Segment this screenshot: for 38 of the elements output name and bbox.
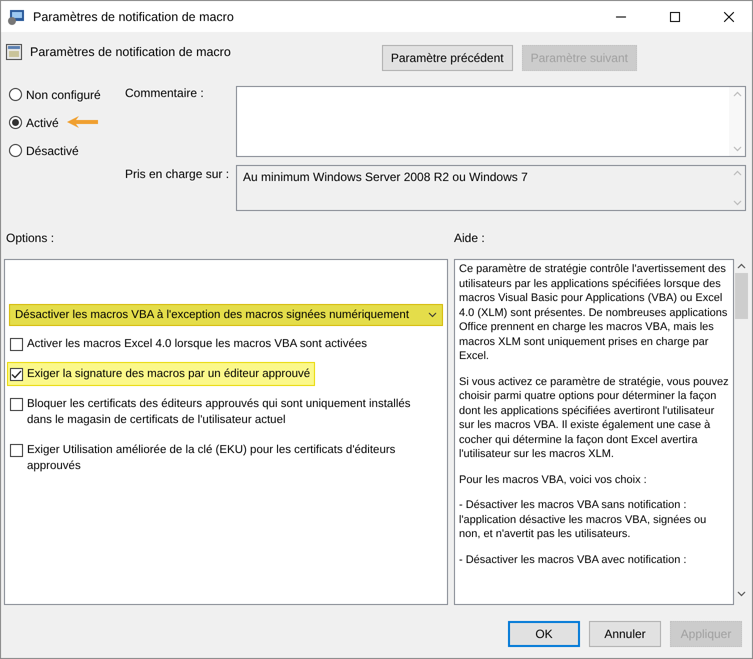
macro-dropdown[interactable]: Désactiver les macros VBA à l'exception des macros signées numériquement [9, 304, 443, 326]
help-paragraph: Si vous activez ce paramètre de stratégie, vous pouvez choisir parmi quatre options pour déterminer la façon dont les applications spécifiées avertiront l'utilisateur sur les macros VBA. Il existe également une case à cocher qui détermine la façon dont Excel avertira l'utilisateur sur les macros XLM. [459, 374, 729, 462]
policy-icon [6, 44, 22, 60]
radio-label[interactable]: Non configuré [26, 86, 101, 102]
checkbox[interactable] [10, 338, 23, 351]
close-icon [724, 12, 734, 22]
supported-label: Pris en charge sur : [125, 166, 230, 183]
radio-button[interactable] [9, 116, 22, 128]
options-label: Options : [6, 231, 56, 245]
checkbox[interactable] [10, 398, 23, 411]
checkbox[interactable] [10, 368, 23, 381]
checkbox-label[interactable]: Exiger Utilisation améliorée de la clé (EKU) pour les certificats d'éditeurs approuvés [27, 442, 417, 474]
scroll-down-icon[interactable] [737, 591, 746, 597]
supported-on-field: Au minimum Windows Server 2008 R2 ou Windows 7 [236, 165, 746, 211]
radio-label[interactable]: Activé [26, 114, 59, 130]
radio-label[interactable]: Désactivé [26, 142, 79, 158]
setting-title: Paramètres de notification de macro [30, 45, 232, 59]
help-label: Aide : [454, 231, 485, 245]
scroll-thumb[interactable] [735, 273, 748, 319]
checkbox-label[interactable]: Exiger la signature des macros par un éditeur approuvé [27, 366, 310, 382]
settings-window-icon [7, 8, 25, 24]
ok-button[interactable]: OK [508, 621, 580, 647]
help-paragraph: - Désactiver les macros VBA avec notification : [459, 552, 688, 567]
checkbox-label[interactable]: Bloquer les certificats des éditeurs approuvés qui sont uniquement installés dans le magasin de certificats de l'utilisateur actuel [27, 396, 417, 428]
chevron-down-icon [428, 312, 437, 318]
cancel-button[interactable]: Annuler [589, 621, 661, 647]
window-title: Paramètres de notification de macro [33, 10, 235, 24]
previous-setting-button[interactable]: Paramètre précédent [382, 45, 513, 71]
help-paragraph: - Désactiver les macros VBA sans notification : l'application désactive les macros VBA, signées ou non, et n'avertit pas les utilisateurs. [459, 498, 708, 542]
maximize-icon [670, 12, 680, 22]
comment-label: Commentaire : [125, 86, 205, 102]
scroll-up-icon[interactable] [737, 263, 746, 269]
checkbox[interactable] [10, 444, 23, 457]
checkbox-label[interactable]: Activer les macros Excel 4.0 lorsque les macros VBA sont activées [27, 336, 368, 352]
radio-button[interactable] [9, 88, 22, 100]
radio-button[interactable] [9, 144, 22, 156]
help-paragraph: Pour les macros VBA, voici vos choix : [459, 472, 648, 487]
help-paragraph: Ce paramètre de stratégie contrôle l'avertissement des utilisateurs par les applications spécifiées lorsque des macros Visual Basic pour Applications (VBA) ou Excel 4.0 (XLM) sont présentes. De nombreuses applications Office prennent en charge les macros VBA, mais les macros XLM sont uniquement prises en charge par Excel. [459, 262, 728, 364]
